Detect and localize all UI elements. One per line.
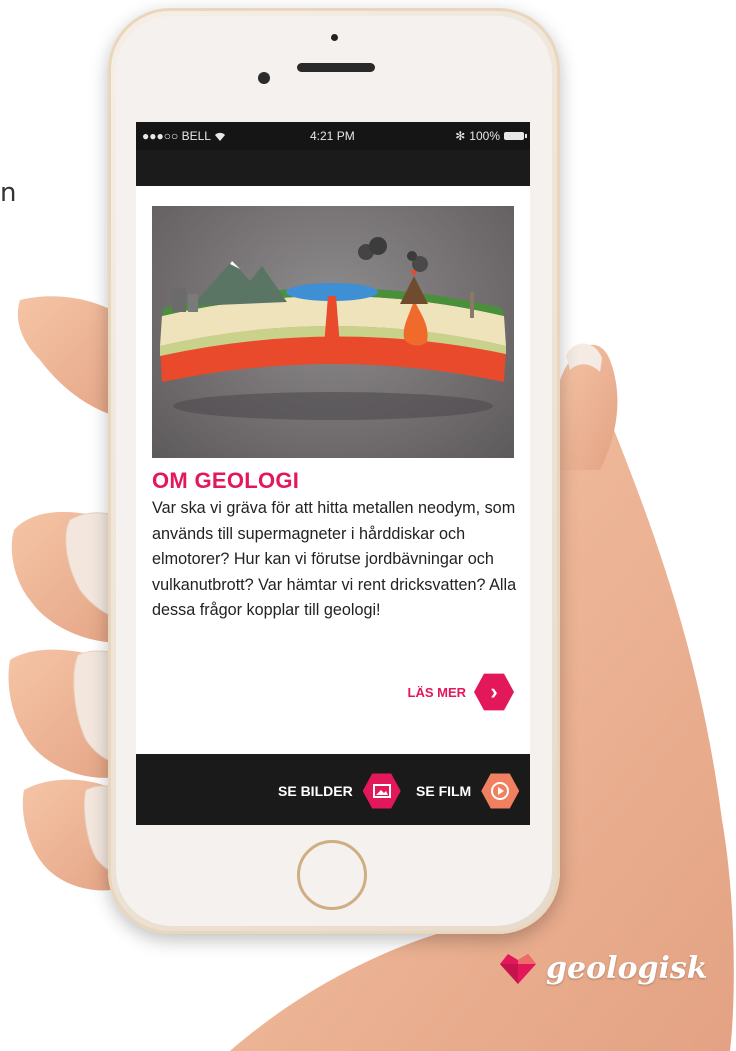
article-title: OM GEOLOGI: [152, 468, 300, 493]
see-images-button[interactable]: SE BILDER: [278, 772, 401, 810]
play-icon[interactable]: [481, 773, 520, 809]
heart-gem-icon: [500, 954, 536, 984]
ad-scene: n ●●●○○ BELL 4:21 PM ✻ 100% OM GEOLOGI V…: [0, 0, 736, 1051]
bluetooth-icon: ✻: [455, 129, 466, 143]
carrier-signal: ●●●○○ BELL: [142, 129, 226, 143]
status-time: 4:21 PM: [310, 129, 355, 143]
article-body: Var ska vi gräva för att hitta metallen …: [152, 499, 517, 619]
battery-icon: [504, 132, 527, 140]
wifi-icon: [214, 132, 225, 141]
see-film-button[interactable]: SE FILM: [416, 772, 520, 810]
status-bar: ●●●○○ BELL 4:21 PM ✻ 100%: [136, 122, 530, 150]
earth-cross-section-illustration: [160, 237, 506, 420]
battery-percent: 100%: [469, 129, 500, 143]
see-film-label[interactable]: SE FILM: [416, 783, 471, 799]
image-icon[interactable]: [362, 773, 401, 809]
front-sensor: [331, 34, 338, 41]
brand-logo: geologisk: [498, 950, 708, 986]
front-camera: [258, 72, 270, 84]
earpiece-speaker: [297, 63, 375, 72]
bottom-action-bar: SE BILDER SE FILM: [136, 754, 530, 825]
logo-text: geologisk: [546, 950, 708, 986]
read-more-label[interactable]: LÄS MER: [408, 685, 467, 700]
hero-image: [152, 206, 514, 458]
read-more-link[interactable]: LÄS MER ›: [408, 672, 514, 712]
app-header-bar: [136, 150, 530, 186]
status-right: ✻ 100%: [455, 129, 527, 143]
home-button[interactable]: [297, 840, 367, 910]
see-images-label[interactable]: SE BILDER: [278, 783, 353, 799]
carrier-label: ●●●○○ BELL: [142, 129, 211, 143]
phone-screen: ●●●○○ BELL 4:21 PM ✻ 100% OM GEOLOGI Var…: [136, 122, 530, 825]
chevron-right-icon[interactable]: ›: [474, 673, 514, 711]
